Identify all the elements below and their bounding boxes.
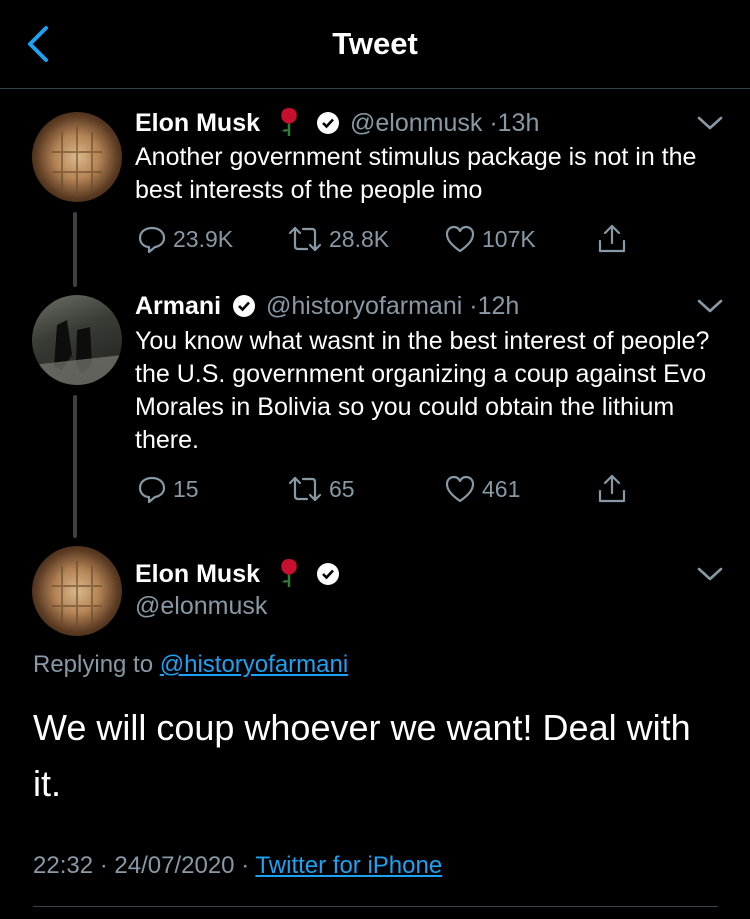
- header-divider: [0, 88, 750, 89]
- retweet-icon: [288, 476, 322, 502]
- separator: ·: [241, 852, 250, 879]
- reply-count: 23.9K: [173, 225, 234, 252]
- author-handle[interactable]: @elonmusk: [350, 109, 482, 137]
- tweet-meta: @historyofarmani ·12h: [266, 292, 519, 321]
- avatar[interactable]: [32, 546, 122, 636]
- author-name[interactable]: Armani: [135, 292, 221, 321]
- reply-button[interactable]: 23.9K: [137, 223, 233, 255]
- separator: ·: [469, 292, 478, 320]
- top-bar: Tweet: [0, 0, 750, 88]
- tweet-source-link[interactable]: Twitter for iPhone: [255, 852, 442, 879]
- like-icon: [445, 475, 475, 503]
- replying-handle-link[interactable]: @historyofarmani: [160, 651, 348, 678]
- retweet-count: 65: [329, 475, 355, 502]
- retweet-count: 28.8K: [329, 225, 390, 252]
- tweet-text: Another government stimulus package is n…: [135, 143, 697, 204]
- tweet-time[interactable]: 12h: [478, 292, 520, 320]
- like-count: 461: [482, 475, 521, 502]
- reply-count: 15: [173, 475, 199, 502]
- separator: ·: [99, 852, 108, 879]
- like-icon: [445, 225, 475, 253]
- retweet-icon: [288, 226, 322, 252]
- author-name[interactable]: Elon Musk: [135, 560, 260, 589]
- like-button[interactable]: 461: [444, 473, 520, 505]
- retweet-button[interactable]: 28.8K: [287, 223, 389, 255]
- rose-icon: [281, 559, 297, 587]
- footer-divider: [33, 906, 718, 907]
- share-button[interactable]: [596, 473, 634, 505]
- caret-down-icon[interactable]: [696, 565, 724, 583]
- avatar[interactable]: [32, 112, 122, 202]
- reply-icon: [138, 226, 166, 254]
- page-title: Tweet: [332, 26, 418, 61]
- like-button[interactable]: 107K: [444, 223, 536, 255]
- verified-icon: [233, 295, 255, 317]
- tweet-time: 22:32: [33, 852, 94, 879]
- tweet-date: 24/07/2020: [114, 852, 235, 879]
- caret-down-icon[interactable]: [696, 297, 724, 315]
- replying-prefix: Replying to: [33, 651, 154, 678]
- author-handle[interactable]: @historyofarmani: [266, 292, 462, 320]
- tweet-time[interactable]: 13h: [498, 109, 540, 137]
- retweet-button[interactable]: 65: [287, 473, 355, 505]
- thread-line: [73, 212, 77, 287]
- tweet-timestamp: 22:32 · 24/07/2020 · Twitter for iPhone: [33, 852, 442, 880]
- reply-icon: [138, 476, 166, 504]
- verified-icon: [317, 112, 339, 134]
- caret-down-icon[interactable]: [696, 114, 724, 132]
- rose-icon: [281, 108, 297, 136]
- tweet-text: You know what wasnt in the best interest…: [135, 327, 710, 454]
- author-handle[interactable]: @elonmusk: [135, 592, 267, 621]
- verified-icon: [317, 563, 339, 585]
- reply-button[interactable]: 15: [137, 473, 199, 505]
- share-icon: [598, 224, 626, 253]
- replying-to: Replying to @historyofarmani: [33, 651, 348, 679]
- share-button[interactable]: [596, 223, 634, 255]
- thread-line: [73, 395, 77, 538]
- author-name[interactable]: Elon Musk: [135, 109, 260, 138]
- main-tweet-text: We will coup whoever we want! Deal with …: [33, 707, 691, 804]
- avatar[interactable]: [32, 295, 122, 385]
- tweet-meta: @elonmusk ·13h: [350, 109, 539, 138]
- like-count: 107K: [482, 225, 536, 252]
- separator: ·: [489, 109, 498, 137]
- share-icon: [598, 474, 626, 503]
